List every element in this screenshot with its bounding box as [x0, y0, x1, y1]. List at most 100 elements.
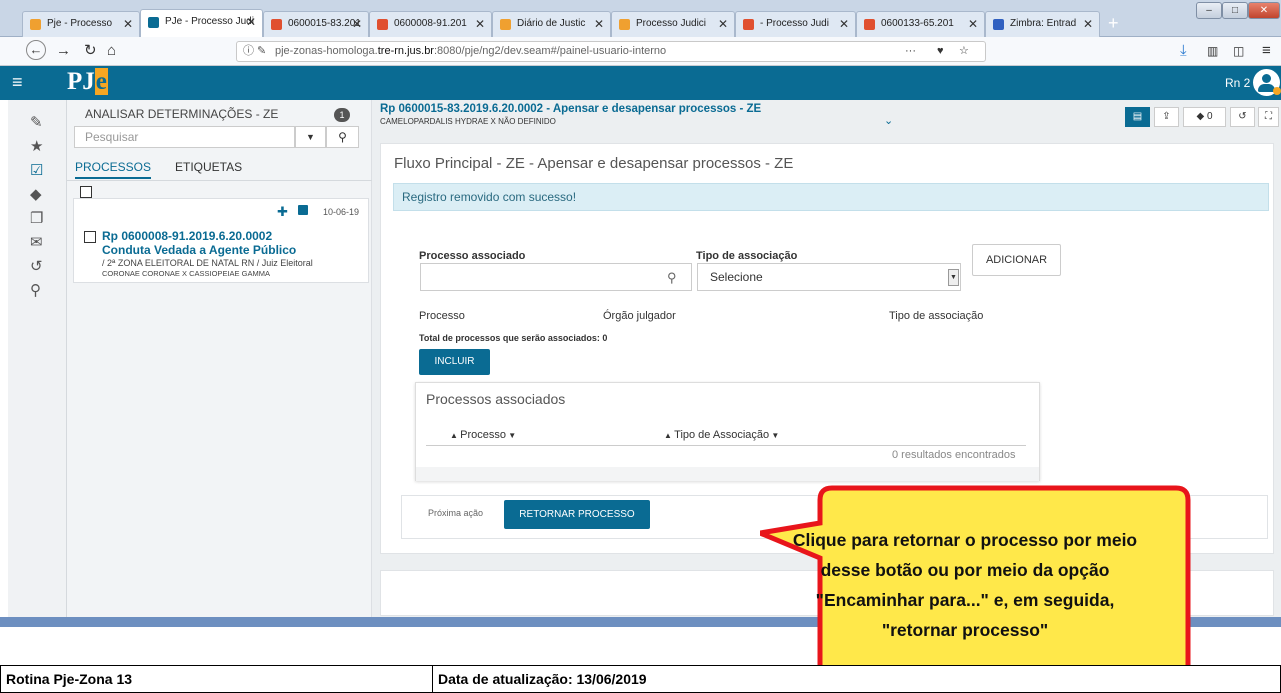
minimize-button[interactable]: –	[1196, 2, 1222, 19]
close-icon[interactable]: ✕	[246, 10, 256, 34]
home-icon[interactable]: ⌂	[107, 42, 116, 60]
details-button[interactable]: ▤	[1125, 107, 1150, 127]
window-close-button[interactable]: ✕	[1248, 2, 1280, 19]
forward-icon[interactable]: →	[56, 42, 71, 60]
search-icon[interactable]: ⚲	[30, 282, 41, 300]
user-name[interactable]: Rn 2	[1225, 76, 1250, 90]
tab-favicon-icon	[271, 19, 282, 30]
process-subject[interactable]: Conduta Vedada a Agente Público	[102, 243, 296, 257]
associated-panel-title: Processos associados	[426, 391, 566, 407]
tags-button[interactable]: ◆ 0	[1183, 107, 1226, 127]
processo-associado-input[interactable]: ⚲	[420, 263, 692, 291]
avatar[interactable]	[1253, 69, 1281, 96]
checkbox-icon[interactable]: ☑	[30, 162, 43, 180]
search-icon: ⚲	[338, 130, 347, 144]
pin-icon[interactable]: ✚	[277, 204, 288, 220]
pocket-icon[interactable]: ♥	[937, 42, 944, 61]
select-all-checkbox[interactable]	[80, 186, 92, 198]
browser-tab[interactable]: 0600008-91.201 ✕	[369, 11, 492, 37]
history-icon[interactable]: ↺	[30, 258, 43, 276]
browser-tab[interactable]: - Processo Judi ✕	[735, 11, 856, 37]
close-icon[interactable]: ✕	[352, 12, 362, 36]
hamburger-menu-icon[interactable]: ≡	[12, 72, 23, 93]
history-icon: ↺	[1238, 111, 1247, 122]
search-input[interactable]: Pesquisar	[74, 126, 295, 148]
close-icon[interactable]: ✕	[123, 12, 133, 36]
browser-tab[interactable]: 0600015-83.201 ✕	[263, 11, 369, 37]
sidebar-icon[interactable]: ◫	[1233, 42, 1244, 60]
close-icon[interactable]: ✕	[475, 12, 485, 36]
history-button[interactable]: ↺	[1230, 107, 1255, 127]
browser-tab[interactable]: 0600133-65.201 ✕	[856, 11, 985, 37]
new-tab-button[interactable]: +	[1108, 13, 1119, 34]
page-actions-icon[interactable]: ···	[905, 42, 916, 61]
retornar-processo-button[interactable]: RETORNAR PROCESSO	[504, 500, 650, 529]
tab-favicon-icon	[619, 19, 630, 30]
copy-icon[interactable]: ❐	[30, 210, 43, 228]
adicionar-button[interactable]: ADICIONAR	[972, 244, 1061, 276]
star-icon[interactable]: ★	[30, 138, 43, 156]
url-bar[interactable]: ⓘ ✎ pje-zonas-homologa.tre-rn.jus.br:808…	[236, 41, 986, 62]
tags-icon[interactable]: ◆	[30, 186, 42, 204]
next-action-label: Próxima ação	[428, 508, 484, 518]
url-domain: tre-rn.jus.br	[377, 45, 434, 57]
bookmark-star-icon[interactable]: ☆	[959, 42, 969, 61]
close-icon[interactable]: ✕	[839, 12, 849, 36]
process-checkbox[interactable]	[84, 231, 96, 243]
maximize-button[interactable]: □	[1222, 2, 1248, 19]
info-icon[interactable]: ⓘ	[243, 42, 254, 61]
library-icon[interactable]: ▥	[1207, 42, 1218, 60]
tab-etiquetas[interactable]: ETIQUETAS	[175, 160, 242, 174]
menu-icon[interactable]: ≡	[1262, 42, 1271, 60]
browser-tab-active[interactable]: PJe - Processo Judi ✕	[140, 9, 263, 37]
chevron-down-icon[interactable]: ⌄	[884, 114, 893, 127]
browser-tab[interactable]: Zimbra: Entrad ✕	[985, 11, 1100, 37]
incluir-button[interactable]: INCLUIR	[419, 349, 490, 375]
search-icon[interactable]: ⚲	[667, 270, 677, 286]
sort-processo-header[interactable]: ▲ Processo ▼	[450, 429, 516, 441]
column-header-tipo: Tipo de associação	[889, 310, 984, 322]
select-arrow-icon: ▼	[948, 269, 959, 286]
task-title[interactable]: ANALISAR DETERMINAÇÕES - ZE	[85, 107, 278, 121]
browser-tab[interactable]: Diário de Justic ✕	[492, 11, 611, 37]
reload-icon[interactable]: ↻	[84, 42, 97, 60]
task-panel: ANALISAR DETERMINAÇÕES - ZE 1 Pesquisar …	[67, 100, 372, 617]
process-card[interactable]: ✚ 10-06-19 Rp 0600008-91.2019.6.20.0002 …	[73, 198, 369, 283]
update-date-cell: Data de atualização: 13/06/2019	[432, 665, 1281, 693]
close-icon[interactable]: ✕	[594, 12, 604, 36]
search-button[interactable]: ⚲	[326, 126, 359, 148]
column-header-processo: Processo	[419, 310, 465, 322]
share-button[interactable]: ⇪	[1154, 107, 1179, 127]
close-icon[interactable]: ✕	[1083, 12, 1093, 36]
fullscreen-button[interactable]: ⛶	[1258, 107, 1279, 127]
browser-tab[interactable]: Processo Judici ✕	[611, 11, 735, 37]
close-icon[interactable]: ✕	[718, 12, 728, 36]
total-label: Total de processos que serão associados:…	[419, 333, 608, 343]
sort-tipo-header[interactable]: ▲ Tipo de Associação ▼	[664, 429, 779, 441]
callout-text: Clique para retornar o processo por meio…	[792, 530, 1138, 640]
tab-favicon-icon	[500, 19, 511, 30]
envelope-icon[interactable]: ✉	[30, 234, 43, 252]
tag-icon: ◆	[1196, 111, 1205, 122]
process-number-link[interactable]: Rp 0600008-91.2019.6.20.0002	[102, 229, 272, 243]
pencil-icon[interactable]: ✎	[30, 114, 43, 132]
close-icon[interactable]: ✕	[968, 12, 978, 36]
processo-associado-label: Processo associado	[419, 250, 526, 262]
routine-cell: Rotina Pje-Zona 13	[0, 665, 433, 693]
downloads-icon[interactable]: ⤓	[1180, 42, 1187, 60]
back-icon[interactable]: ←	[26, 40, 46, 60]
column-header-orgao: Órgão julgador	[603, 310, 676, 322]
icon-rail: ✎ ★ ☑ ◆ ❐ ✉ ↺ ⚲	[8, 100, 67, 617]
insecure-lock-icon[interactable]: ✎	[257, 42, 266, 61]
tipo-associacao-select[interactable]: Selecione ▼	[697, 263, 961, 291]
browser-tab[interactable]: Pje - Processo ✕	[22, 11, 140, 37]
process-parties: CORONAE CORONAE X CASSIOPEIAE GAMMA	[102, 269, 270, 278]
search-dropdown-button[interactable]: ▼	[295, 126, 326, 148]
results-count: 0 resultados encontrados	[892, 449, 1016, 461]
url-host: pje-zonas-homologa.	[275, 45, 378, 57]
url-path: :8080/pje/ng2/dev.seam#/painel-usuario-i…	[433, 45, 667, 57]
sort-up-icon: ▲	[450, 431, 461, 440]
process-parties-header: CAMELOPARDALIS HYDRAE X NÃO DEFINIDO	[380, 117, 556, 126]
tab-processos[interactable]: PROCESSOS	[75, 160, 152, 179]
caret-down-icon: ▼	[769, 431, 780, 440]
